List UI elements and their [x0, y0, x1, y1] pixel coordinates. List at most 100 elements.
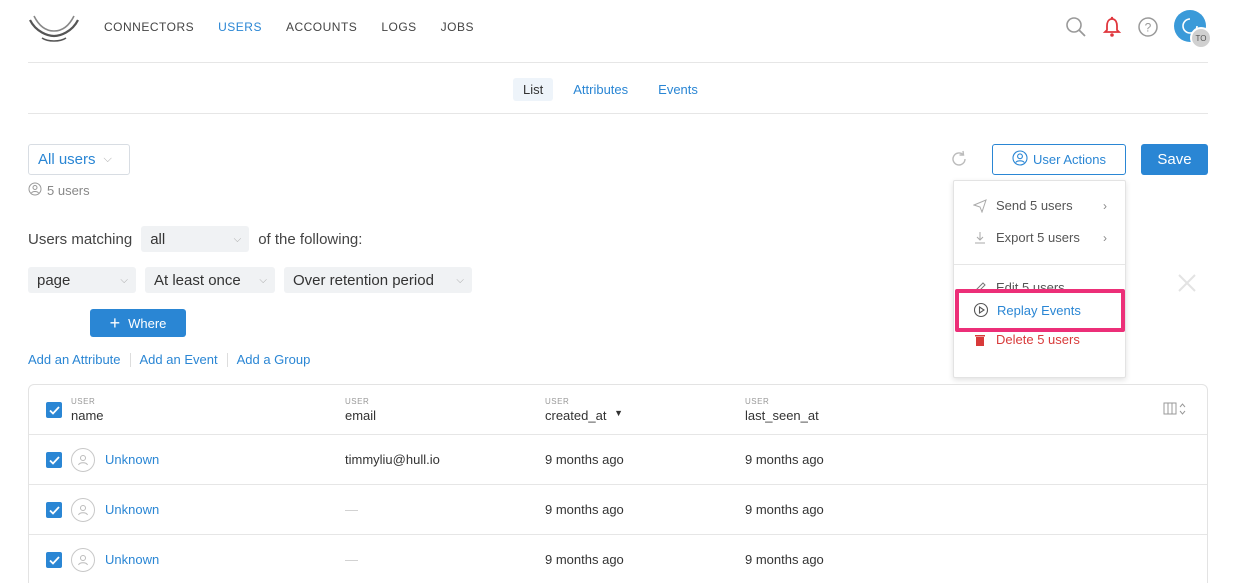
nav-accounts[interactable]: ACCOUNTS [286, 20, 357, 34]
user-avatar-icon [71, 498, 95, 522]
top-nav: CONNECTORS USERS ACCOUNTS LOGS JOBS ? TO [28, 0, 1212, 63]
user-icon [1012, 150, 1028, 169]
chevron-down-icon: ⌵ [259, 274, 267, 286]
bell-icon[interactable] [1100, 15, 1124, 39]
divider [129, 353, 131, 367]
highlight-box: Replay Events [955, 289, 1125, 332]
user-actions-button[interactable]: User Actions [992, 144, 1126, 175]
row-checkbox[interactable] [46, 452, 62, 468]
users-table: USER name USER email USER created_at ▼ U… [28, 384, 1208, 583]
column-group-label: USER [745, 397, 770, 406]
table-row[interactable]: Unknown — 9 months ago 9 months ago [29, 485, 1207, 535]
user-created-at: 9 months ago [545, 552, 624, 567]
refresh-icon[interactable] [948, 148, 970, 170]
chevron-down-icon: ⌵ [120, 274, 128, 286]
users-matching-row: Users matching all ⌵ of the following: [28, 226, 362, 252]
column-label: email [345, 408, 377, 423]
table-row[interactable]: Unknown — 9 months ago 9 months ago [29, 535, 1207, 583]
user-created-at: 9 months ago [545, 502, 624, 517]
column-label: name [71, 408, 104, 423]
user-count-label: 5 users [47, 183, 90, 198]
tab-list[interactable]: List [513, 78, 554, 101]
frequency-value: At least once [154, 271, 241, 289]
save-button[interactable]: Save [1141, 144, 1208, 175]
select-all-checkbox[interactable] [46, 402, 62, 418]
match-mode-value: all [150, 230, 166, 248]
svg-text:?: ? [1145, 21, 1152, 35]
add-where-button[interactable]: + Where [90, 309, 186, 337]
table-header: USER name USER email USER created_at ▼ U… [29, 385, 1207, 435]
column-group-label: USER [345, 397, 370, 406]
search-icon[interactable] [1064, 15, 1088, 39]
tab-events[interactable]: Events [648, 78, 708, 101]
nav-connectors[interactable]: CONNECTORS [104, 20, 194, 34]
avatar[interactable]: TO [1174, 10, 1212, 49]
download-icon [972, 231, 988, 245]
of-following-label: of the following: [258, 230, 363, 248]
user-last-seen-at: 9 months ago [745, 552, 824, 567]
add-event-link[interactable]: Add an Event [140, 352, 218, 367]
chevron-down-icon: ⌵ [233, 233, 242, 245]
column-name[interactable]: USER name [71, 397, 104, 423]
nav-logs[interactable]: LOGS [381, 20, 416, 34]
nav-jobs[interactable]: JOBS [441, 20, 474, 34]
nav-users[interactable]: USERS [218, 20, 262, 34]
hull-logo[interactable] [28, 12, 80, 44]
menu-divider [954, 264, 1125, 265]
event-select[interactable]: page ⌵ [28, 267, 136, 293]
filter-row: page ⌵ At least once ⌵ Over retention pe… [28, 267, 481, 293]
column-group-label: USER [71, 397, 96, 406]
user-name-link[interactable]: Unknown [105, 502, 159, 517]
column-group-label: USER [545, 397, 570, 406]
column-created-at[interactable]: USER created_at ▼ [545, 397, 623, 423]
trash-icon [972, 333, 988, 347]
user-last-seen-at: 9 months ago [745, 452, 824, 467]
where-label: Where [128, 315, 167, 331]
add-group-link[interactable]: Add a Group [237, 352, 311, 367]
avatar-initials: TO [1190, 27, 1212, 49]
match-mode-select[interactable]: all ⌵ [141, 226, 250, 252]
close-icon[interactable] [1176, 272, 1198, 294]
column-email[interactable]: USER email [345, 397, 376, 423]
chevron-right-icon: › [1103, 230, 1107, 245]
menu-item-export[interactable]: Export 5 users › [972, 230, 1107, 245]
add-criteria-links: Add an Attribute Add an Event Add a Grou… [28, 352, 310, 367]
menu-item-send[interactable]: Send 5 users › [972, 198, 1107, 213]
menu-item-replay-events[interactable]: Replay Events [973, 302, 1108, 318]
column-label: created_at ▼ [545, 408, 623, 423]
column-label: last_seen_at [745, 408, 819, 423]
column-last-seen-at[interactable]: USER last_seen_at [745, 397, 819, 423]
columns-picker-icon[interactable] [1163, 401, 1189, 420]
user-name-link[interactable]: Unknown [105, 452, 159, 467]
column-label-text: created_at [545, 408, 607, 423]
segment-selector[interactable]: All users ⌵ [28, 144, 130, 175]
row-checkbox[interactable] [46, 502, 62, 518]
menu-item-export-label: Export 5 users [996, 230, 1080, 245]
chevron-down-icon: ⌵ [456, 274, 464, 286]
user-avatar-icon [71, 548, 95, 572]
table-row[interactable]: Unknown timmyliu@hull.io 9 months ago 9 … [29, 435, 1207, 485]
sort-desc-icon: ▼ [614, 408, 623, 418]
period-select[interactable]: Over retention period ⌵ [284, 267, 472, 293]
user-actions-label: User Actions [1033, 152, 1106, 167]
user-name-link[interactable]: Unknown [105, 552, 159, 567]
users-matching-label: Users matching [28, 230, 133, 248]
user-email: — [345, 552, 358, 567]
tab-attributes[interactable]: Attributes [563, 78, 638, 101]
period-value: Over retention period [293, 271, 434, 289]
plus-icon: + [109, 313, 121, 333]
row-checkbox[interactable] [46, 552, 62, 568]
event-value: page [37, 271, 71, 289]
replay-icon [973, 302, 989, 318]
send-icon [972, 198, 988, 213]
user-created-at: 9 months ago [545, 452, 624, 467]
chevron-down-icon: ⌵ [103, 153, 112, 165]
user-icon [28, 182, 42, 199]
help-icon[interactable]: ? [1136, 15, 1160, 39]
add-attribute-link[interactable]: Add an Attribute [28, 352, 121, 367]
menu-item-delete[interactable]: Delete 5 users [972, 332, 1107, 347]
frequency-select[interactable]: At least once ⌵ [145, 267, 275, 293]
menu-item-replay-label: Replay Events [997, 302, 1081, 318]
segment-selected: All users [38, 151, 96, 168]
user-email: timmyliu@hull.io [345, 452, 440, 467]
